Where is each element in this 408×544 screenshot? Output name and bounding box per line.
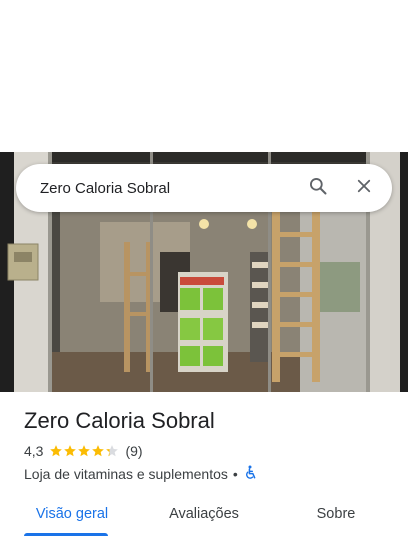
separator-dot: • <box>232 466 238 482</box>
place-title: Zero Caloria Sobral <box>24 408 215 433</box>
star-icon <box>92 445 105 457</box>
tab-visao-geral[interactable]: Visão geral <box>24 494 120 534</box>
star-icon <box>64 445 77 457</box>
active-tab-indicator <box>24 533 108 536</box>
tab-sobre[interactable]: Sobre <box>296 494 376 534</box>
rating-row[interactable]: 4,3 (9) <box>24 443 143 459</box>
search-icon <box>308 176 328 201</box>
close-button[interactable] <box>344 168 384 208</box>
category-row: Loja de vitaminas e suplementos • <box>24 465 257 483</box>
tab-avaliacoes[interactable]: Avaliações <box>156 494 252 534</box>
wheelchair-icon <box>243 465 257 483</box>
search-button[interactable] <box>298 168 338 208</box>
star-icon <box>106 445 119 457</box>
search-input[interactable]: Zero Caloria Sobral <box>16 180 298 197</box>
star-icon <box>78 445 91 457</box>
place-category: Loja de vitaminas e suplementos <box>24 466 228 482</box>
rating-stars <box>49 444 119 458</box>
close-icon <box>355 177 373 200</box>
star-icon <box>50 445 63 457</box>
search-bar[interactable]: Zero Caloria Sobral <box>16 164 392 212</box>
rating-value: 4,3 <box>24 443 44 459</box>
review-count[interactable]: (9) <box>125 443 142 459</box>
place-tabs: Visão geral Avaliações Sobre <box>0 494 408 536</box>
